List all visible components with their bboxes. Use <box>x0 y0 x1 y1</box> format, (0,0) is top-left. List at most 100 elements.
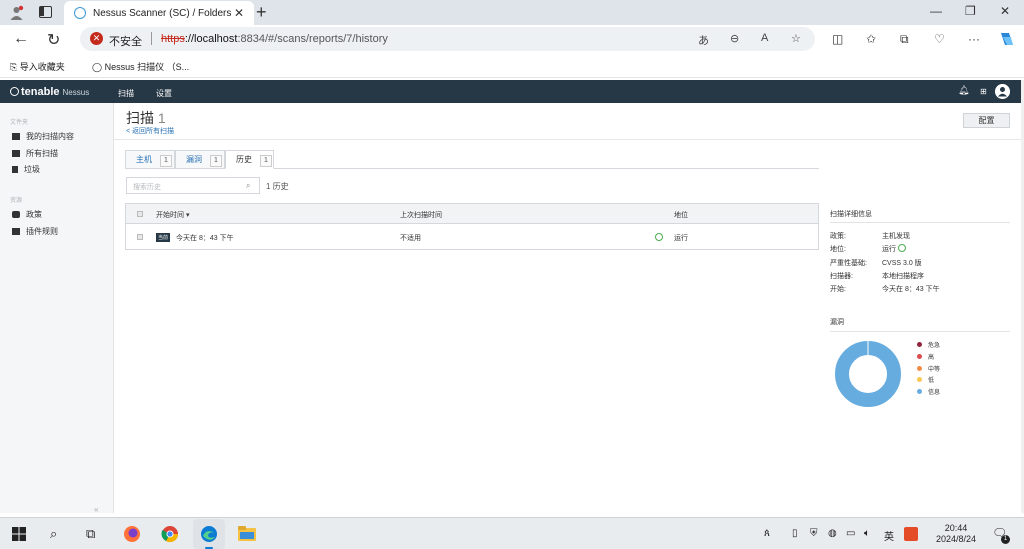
back-to-all-scans-link[interactable]: < 返回所有扫描 <box>126 126 174 136</box>
not-secure-label[interactable]: 不安全 <box>109 33 142 49</box>
detail-label-policy: 政策: <box>830 233 846 240</box>
new-tab-icon[interactable]: + <box>256 2 267 23</box>
legend-high[interactable]: 高 <box>917 352 934 361</box>
favorites-icon[interactable]: ✩ <box>866 32 876 46</box>
running-status-icon <box>897 244 906 252</box>
wechat-icon[interactable]: ◍ <box>828 528 837 539</box>
translate-icon[interactable]: あ <box>698 32 709 48</box>
chrome-icon[interactable] <box>161 525 179 543</box>
refresh-icon[interactable]: ↻ <box>47 30 60 50</box>
column-last-scanned[interactable]: 上次扫描时间 <box>400 210 442 220</box>
html5-app-icon[interactable] <box>904 527 918 541</box>
browser-essentials-icon[interactable]: ♡ <box>934 32 945 46</box>
column-status[interactable]: 地位 <box>674 210 688 220</box>
firefox-icon[interactable] <box>123 525 141 543</box>
row-checkbox[interactable] <box>137 234 143 240</box>
system-clock[interactable]: 20:44 2024/8/24 <box>930 523 982 545</box>
search-placeholder: 搜索历史 <box>133 184 161 191</box>
back-arrow-icon[interactable]: ← <box>13 30 29 48</box>
task-view-icon[interactable]: ⧉ <box>86 526 95 542</box>
display-icon[interactable]: ▭ <box>846 528 855 539</box>
select-all-checkbox[interactable] <box>137 211 143 217</box>
notification-count-badge: 1 <box>1001 535 1010 544</box>
file-explorer-icon[interactable] <box>238 526 256 541</box>
tab-actions-icon[interactable] <box>39 6 52 18</box>
collections-icon[interactable]: ⧉ <box>900 32 909 47</box>
profile-icon[interactable] <box>9 5 24 20</box>
ime-indicator[interactable]: 英 <box>884 528 894 543</box>
volume-icon[interactable]: 🔈︎ <box>864 528 870 539</box>
detail-label-start: 开始: <box>830 286 846 293</box>
row-last-scanned: 不适用 <box>400 235 421 242</box>
search-icon[interactable]: ⌕ <box>246 181 250 191</box>
tenable-logo[interactable]: tenable Nessus <box>10 86 89 98</box>
detail-value-severity-base: CVSS 3.0 版 <box>882 260 922 267</box>
history-table: 开始时间 ▾ 上次扫描时间 地位 当前 今天在 8：43 下午 不适用 运行 <box>125 203 819 250</box>
detail-value-status: 运行 <box>882 244 906 254</box>
legend-low[interactable]: 低 <box>917 375 934 384</box>
nav-settings[interactable]: 设置 <box>156 88 172 99</box>
copilot-icon[interactable] <box>998 31 1016 47</box>
browser-tab-bar: Nessus Scanner (SC) / Folders / V ✕ + — … <box>0 0 1024 25</box>
nav-scans[interactable]: 扫描 <box>118 88 134 99</box>
nessus-favicon-icon <box>74 7 86 19</box>
zoom-icon[interactable]: ⊖ <box>730 32 739 45</box>
legend-critical[interactable]: 危急 <box>917 340 940 349</box>
browser-tab-title: Nessus Scanner (SC) / Folders / V <box>93 8 233 19</box>
search-icon[interactable]: ⌕ <box>50 526 57 542</box>
nessus-favorite-item[interactable]: ◯ Nessus 扫描仪 （S... <box>92 60 189 73</box>
table-header: 开始时间 ▾ 上次扫描时间 地位 <box>126 204 818 224</box>
sidebar-item-plugin-rules[interactable]: 插件规则 <box>12 226 58 237</box>
column-start-time[interactable]: 开始时间 ▾ <box>156 210 189 220</box>
not-secure-icon[interactable]: ✕ <box>90 32 103 45</box>
legend-info-dot <box>917 389 922 394</box>
history-search-input[interactable]: 搜索历史 ⌕ <box>126 177 260 194</box>
sidebar-item-policies[interactable]: 政策 <box>12 209 42 220</box>
browser-tab-active[interactable]: Nessus Scanner (SC) / Folders / V ✕ <box>64 1 254 25</box>
security-shield-icon[interactable]: ⛨ <box>810 528 818 539</box>
import-favorites-item[interactable]: ⎘ 导入收藏夹 <box>10 60 65 73</box>
edge-icon[interactable] <box>200 525 218 543</box>
favorites-bar: ⎘ 导入收藏夹 ◯ Nessus 扫描仪 （S... <box>0 53 1024 78</box>
favorite-star-icon[interactable]: ☆ <box>791 32 801 45</box>
window-close-icon[interactable]: ✕ <box>1000 4 1010 18</box>
user-avatar-icon[interactable] <box>995 84 1010 99</box>
tenable-logo-icon <box>10 87 19 96</box>
address-bar-row: ← ↻ ✕ 不安全 https://localhost:8834/#/scans… <box>0 25 1024 53</box>
windows-start-icon[interactable] <box>12 527 26 541</box>
more-options-icon[interactable]: ··· <box>968 32 980 46</box>
people-icon[interactable]: ጰ <box>764 528 770 539</box>
sidebar-item-my-scans[interactable]: 我的扫描内容 <box>12 131 74 142</box>
close-tab-icon[interactable]: ✕ <box>234 6 244 20</box>
news-icon[interactable]: ⊞ <box>980 87 987 96</box>
omnibox[interactable]: ✕ 不安全 https://localhost:8834/#/scans/rep… <box>80 27 815 51</box>
split-screen-icon[interactable]: ◫ <box>832 32 843 46</box>
vulnerabilities-donut-chart[interactable] <box>833 339 903 409</box>
plugin-rules-icon <box>12 228 20 235</box>
legend-medium[interactable]: 中等 <box>917 364 940 373</box>
tab-history[interactable]: 历史 1 <box>225 150 274 169</box>
minimize-icon[interactable]: — <box>930 4 942 18</box>
tab-hosts[interactable]: 主机 1 <box>125 150 175 169</box>
restore-icon[interactable]: ❐ <box>965 4 976 18</box>
legend-low-dot <box>917 377 922 382</box>
tab-vulnerabilities[interactable]: 漏洞 1 <box>175 150 225 169</box>
usb-icon[interactable]: ▯ <box>792 528 798 539</box>
sidebar-item-trash[interactable]: 垃圾 <box>12 164 40 175</box>
url-text[interactable]: https://localhost:8834/#/scans/reports/7… <box>161 33 388 45</box>
scan-details-title: 扫描详细信息 <box>830 211 872 218</box>
sidebar-item-all-scans[interactable]: 所有扫描 <box>12 148 58 159</box>
legend-medium-dot <box>917 366 922 371</box>
sidebar-collapse-icon[interactable]: « <box>94 505 98 514</box>
read-aloud-icon[interactable]: A <box>761 32 768 44</box>
notifications-bell-icon[interactable]: 🔔︎ <box>958 85 969 96</box>
configure-button[interactable]: 配置 <box>963 113 1010 128</box>
detail-label-scanner: 扫描器: <box>830 273 853 280</box>
header-divider <box>114 139 1021 140</box>
legend-high-dot <box>917 354 922 359</box>
details-divider <box>830 222 1010 223</box>
legend-critical-dot <box>917 342 922 347</box>
legend-info[interactable]: 信息 <box>917 387 940 396</box>
windows-taskbar: ⌕ ⧉ ጰ ▯ ⛨ ◍ ▭ 🔈︎ 英 20:44 2024/8/24 🗨︎ 1 <box>0 517 1024 549</box>
sort-desc-icon: ▾ <box>185 212 190 219</box>
